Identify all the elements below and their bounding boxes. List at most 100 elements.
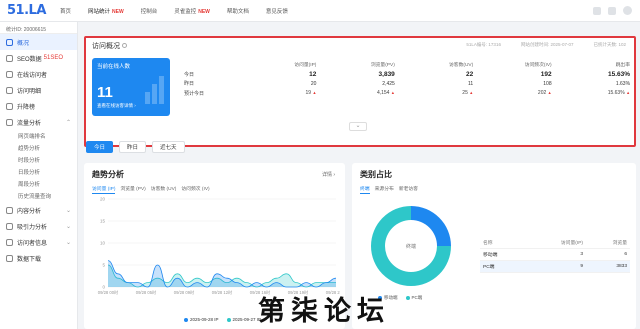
new-badge: NEW: [112, 8, 124, 15]
category-tabs: 终端 来源分布 新老访客: [360, 185, 418, 194]
table-cell: 19 ▲: [305, 90, 317, 97]
legend-item[interactable]: 2025-09-27 IP: [226, 317, 261, 322]
table-cell: 12: [309, 70, 317, 78]
table-row[interactable]: 移动端 3 6: [480, 249, 630, 261]
table-cell: 192: [540, 70, 552, 78]
overview-meta: 51LA编号: 17316 网站创建时间: 2025-07-07 已统计天数: …: [466, 42, 626, 48]
sidebar-item-visitor-info[interactable]: 访问者信息 ⌄: [0, 234, 77, 250]
x-tick-label: 09/28 09时: [174, 289, 195, 295]
main-nav: 首页 网站统计 NEW 控制台 灵雀监控 NEW 帮助文档 意见反馈: [60, 7, 305, 15]
sidebar-item-overview[interactable]: 概况: [0, 34, 77, 50]
trend-details-link[interactable]: 详情 ›: [322, 171, 335, 178]
overview-title: 访问概况: [92, 41, 127, 51]
table-cell: 15.63% ▲: [607, 90, 631, 97]
legend-item[interactable]: PC端: [405, 295, 422, 301]
table-row: 预计今日 19 ▲ 4,154 ▲ 25 ▲ 202 ▲ 15.63% ▲: [184, 89, 632, 99]
table-cell: 20: [310, 80, 317, 87]
y-tick-label: 0: [102, 285, 105, 290]
site-number: 51LA编号: 17316: [466, 42, 501, 47]
sidebar-item-visit-details[interactable]: 访问明细: [0, 82, 77, 98]
sidebar-subitem-page-rank[interactable]: 网页端排名: [0, 130, 77, 142]
table-cell: 202 ▲: [537, 90, 552, 97]
rank-icon: [6, 102, 13, 110]
nav-item-help-docs[interactable]: 帮助文档: [227, 7, 249, 15]
chevron-down-icon: ⌄: [65, 239, 71, 246]
sidebar-item-data-download[interactable]: 数据下载: [0, 250, 77, 266]
tab-terminal[interactable]: 终端: [360, 185, 370, 194]
trend-title: 趋势分析: [92, 170, 124, 179]
table-cell: 15.63%: [607, 70, 631, 78]
tab-last-7-days[interactable]: 近七天: [152, 141, 185, 153]
table-cell: 22: [465, 70, 474, 78]
sidebar-item-traffic-analysis[interactable]: 流量分析 ⌃: [0, 114, 77, 130]
sidebar-subitem-hourly[interactable]: 时段分析: [0, 154, 77, 166]
nav-item-site-stats[interactable]: 网站统计 NEW: [88, 7, 124, 15]
tab-new-returning[interactable]: 新老访客: [399, 185, 418, 194]
legend-item[interactable]: 2025-09-28 IP: [184, 317, 219, 322]
nav-item-monitor[interactable]: 灵雀监控 NEW: [174, 7, 210, 15]
y-tick-label: 10: [100, 241, 106, 246]
sidebar-item-online-visitors[interactable]: 在线访问者: [0, 66, 77, 82]
online-visitors-card: 当前在线人数 11 查看在线访客详情 ›: [92, 58, 170, 116]
chart-legend: 2025-09-28 IP 2025-09-27 IP: [184, 317, 261, 322]
site-logo[interactable]: 51.LA: [0, 3, 60, 18]
site-id-label: 统计ID: 20006615: [0, 22, 77, 34]
table-row: 今日 12 3,839 22 192 15.63%: [184, 70, 632, 80]
chevron-down-icon: ⌄: [65, 223, 71, 230]
seo-badge: 51SEO: [43, 55, 64, 61]
visitor-icon: [6, 238, 13, 246]
arrow-up-icon: ▲: [547, 90, 552, 96]
grid-icon[interactable]: [608, 6, 616, 15]
donut-slice[interactable]: [411, 206, 451, 246]
sidebar-item-seo[interactable]: SEO数据 51SEO: [0, 50, 77, 66]
header-iv: 访问频次(IV): [524, 63, 552, 69]
table-row: 昨日 20 2,425 11 108 1.63%: [184, 79, 632, 89]
arrow-up-icon: ▲: [626, 90, 631, 96]
chevron-down-icon: ⌄: [65, 207, 71, 214]
table-cell: 2,425: [382, 80, 395, 87]
x-tick-label: 09/28 00时: [98, 289, 119, 295]
collapse-toggle[interactable]: ⌄: [349, 122, 367, 131]
sidebar-subitem-daily[interactable]: 日段分析: [0, 166, 77, 178]
header-ip: 访问量(IP): [294, 63, 317, 69]
tab-source[interactable]: 来源分布: [375, 185, 394, 194]
nav-item-console[interactable]: 控制台: [141, 7, 158, 15]
arrow-up-icon: ▲: [469, 90, 474, 96]
sidebar-item-attraction-analysis[interactable]: 吸引力分析 ⌄: [0, 218, 77, 234]
overview-stats-table: 访问量(IP) 浏览量(PV) 访客数(UV) 访问频次(IV) 跳出率 今日 …: [184, 60, 632, 98]
logo-text: 51.LA: [7, 3, 46, 18]
attraction-icon: [6, 222, 13, 230]
header-uv: 访客数(UV): [448, 63, 474, 69]
arrow-up-icon: ▲: [390, 90, 395, 96]
category-title: 类别占比: [360, 170, 392, 179]
table-row[interactable]: PC端 9 3833: [480, 261, 630, 273]
table-cell: 4,154 ▲: [376, 90, 395, 97]
user-avatar[interactable]: [623, 6, 632, 15]
nav-item-home[interactable]: 首页: [60, 7, 71, 15]
sidebar: 统计ID: 20006615 概况 SEO数据 51SEO 在线访问者 访问明细 …: [0, 22, 78, 329]
header-pv: 浏览量(PV): [370, 63, 395, 69]
table-cell: 108: [543, 80, 552, 87]
series-area: [108, 260, 336, 287]
sidebar-item-rankings[interactable]: 升降榜: [0, 98, 77, 114]
category-panel: 类别占比 终端 来源分布 新老访客 终端 移动端 PC端 名称 访问量(IP) …: [352, 163, 636, 329]
row-label: 今日: [184, 71, 195, 78]
days-tracked: 已统计天数: 102: [593, 42, 626, 47]
sidebar-subitem-trend[interactable]: 趋势分析: [0, 142, 77, 154]
sidebar-subitem-weekly[interactable]: 周段分析: [0, 178, 77, 190]
message-icon[interactable]: [593, 6, 601, 15]
row-label: 昨日: [184, 81, 195, 88]
content-icon: [6, 206, 13, 214]
tab-today[interactable]: 今日: [86, 141, 114, 153]
help-icon[interactable]: [122, 43, 127, 48]
nav-item-feedback[interactable]: 意见反馈: [266, 7, 288, 15]
site-created: 网站创建时间: 2025-07-07: [520, 42, 574, 47]
sidebar-subitem-history[interactable]: 历史流量查询: [0, 190, 77, 202]
table-cell: 1.63%: [615, 80, 631, 87]
sidebar-item-content-analysis[interactable]: 内容分析 ⌄: [0, 202, 77, 218]
tab-yesterday[interactable]: 昨日: [119, 141, 147, 153]
table-cell: 11: [468, 80, 474, 87]
donut-chart: 终端: [371, 206, 451, 286]
download-icon: [6, 254, 13, 262]
watermark-text: 第柒论坛: [258, 296, 390, 327]
